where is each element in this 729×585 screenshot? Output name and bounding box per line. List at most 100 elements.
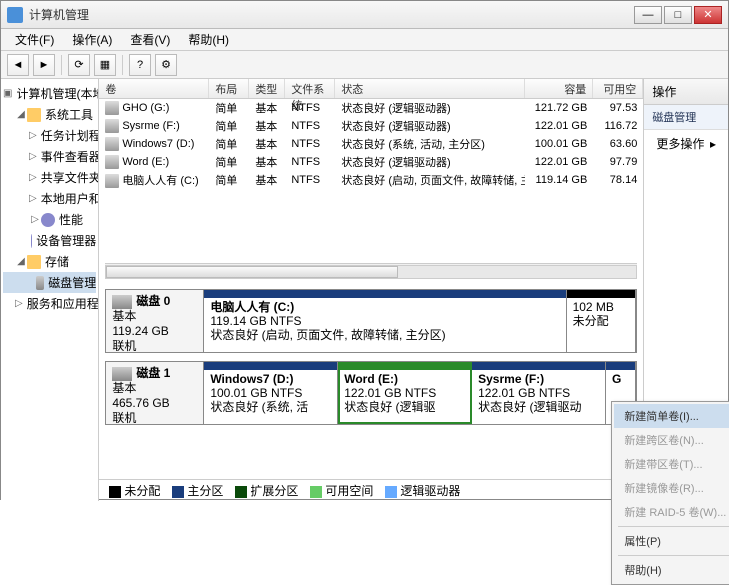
ctx-new-stripe: 新建带区卷(T)...: [614, 452, 729, 476]
tree-services[interactable]: ▷服务和应用程序: [3, 293, 96, 314]
disk-type: 基本: [112, 309, 136, 323]
minimize-button[interactable]: —: [634, 6, 662, 24]
partition-size: 122.01 GB NTFS: [478, 386, 570, 400]
tree-eventviewer[interactable]: ▷事件查看器: [3, 146, 96, 167]
actions-head: 操作: [644, 79, 728, 105]
context-menu: 新建简单卷(I)... 新建跨区卷(N)... 新建带区卷(T)... 新建镜像…: [611, 401, 729, 585]
disk-1-info[interactable]: 磁盘 1 基本 465.76 GB 联机: [106, 362, 204, 424]
tree-label: 磁盘管理: [48, 274, 96, 291]
tree-diskmgmt[interactable]: 磁盘管理: [3, 272, 96, 293]
settings-button[interactable]: ⚙: [155, 54, 177, 76]
partition-d[interactable]: Windows7 (D:) 100.01 GB NTFS 状态良好 (系统, 活: [204, 362, 338, 424]
ctx-properties[interactable]: 属性(P): [614, 529, 729, 553]
col-type[interactable]: 类型: [249, 79, 285, 98]
refresh-button[interactable]: ⟳: [68, 54, 90, 76]
partition-bar: [204, 362, 337, 370]
actions-more[interactable]: 更多操作▸: [644, 130, 728, 157]
volume-list-body[interactable]: GHO (G:)简单基本NTFS状态良好 (逻辑驱动器)121.72 GB97.…: [99, 99, 643, 229]
legend-extended: 扩展分区: [235, 482, 298, 499]
partition-name: G: [612, 372, 621, 386]
tree-systools[interactable]: ◢系统工具: [3, 104, 96, 125]
partition-bar: [472, 362, 605, 370]
horizontal-scrollbar[interactable]: [105, 263, 637, 279]
partition-name: Windows7 (D:): [210, 372, 293, 386]
view-button[interactable]: ▦: [94, 54, 116, 76]
disk-online: 联机: [112, 411, 136, 425]
partition-status: 未分配: [573, 314, 609, 328]
forward-button[interactable]: ►: [33, 54, 55, 76]
disk-title: 磁盘 0: [136, 294, 170, 308]
partition-bar: [567, 290, 636, 298]
volume-row[interactable]: Windows7 (D:)简单基本NTFS状态良好 (系统, 活动, 主分区)1…: [99, 135, 643, 153]
tree-root[interactable]: ▣计算机管理(本地): [3, 83, 96, 104]
tree-localusers[interactable]: ▷本地用户和组: [3, 188, 96, 209]
disk-type: 基本: [112, 381, 136, 395]
partition-status: 状态良好 (逻辑驱动: [478, 400, 581, 414]
ctx-new-simple[interactable]: 新建简单卷(I)...: [614, 404, 729, 428]
col-layout[interactable]: 布局: [209, 79, 249, 98]
volume-list: 卷 布局 类型 文件系统 状态 容量 可用空 GHO (G:)简单基本NTFS状…: [99, 79, 643, 289]
volume-row[interactable]: Sysrme (F:)简单基本NTFS状态良好 (逻辑驱动器)122.01 GB…: [99, 117, 643, 135]
back-button[interactable]: ◄: [7, 54, 29, 76]
separator: [618, 526, 729, 527]
disk-0-row: 磁盘 0 基本 119.24 GB 联机 电脑人人有 (C:) 119.14 G…: [105, 289, 637, 353]
tree-devmgr[interactable]: 设备管理器: [3, 230, 96, 251]
disk-title: 磁盘 1: [136, 366, 170, 380]
col-fs[interactable]: 文件系统: [285, 79, 335, 98]
legend-primary: 主分区: [172, 482, 223, 499]
disk-map-area: 磁盘 0 基本 119.24 GB 联机 电脑人人有 (C:) 119.14 G…: [99, 289, 643, 479]
ctx-help[interactable]: 帮助(H): [614, 558, 729, 582]
disk-size: 465.76 GB: [112, 396, 169, 410]
partition-size: 122.01 GB NTFS: [344, 386, 436, 400]
partition-c[interactable]: 电脑人人有 (C:) 119.14 GB NTFS 状态良好 (启动, 页面文件…: [204, 290, 566, 352]
legend-unalloc: 未分配: [109, 482, 160, 499]
help-button[interactable]: ?: [129, 54, 151, 76]
partition-bar: [204, 290, 565, 298]
window-title: 计算机管理: [29, 6, 634, 23]
legend-free: 可用空间: [310, 482, 373, 499]
disk-0-info[interactable]: 磁盘 0 基本 119.24 GB 联机: [106, 290, 204, 352]
tree-label: 本地用户和组: [41, 190, 100, 207]
maximize-button[interactable]: □: [664, 6, 692, 24]
tree-label: 系统工具: [45, 106, 93, 123]
partition-unalloc[interactable]: 102 MB 未分配: [567, 290, 637, 352]
partition-name: Sysrme (F:): [478, 372, 544, 386]
partition-size: 102 MB: [573, 300, 614, 314]
nav-tree[interactable]: ▣计算机管理(本地) ◢系统工具 ▷任务计划程序 ▷事件查看器 ▷共享文件夹 ▷…: [1, 79, 99, 501]
tree-perf[interactable]: ▷性能: [3, 209, 96, 230]
volume-row[interactable]: Word (E:)简单基本NTFS状态良好 (逻辑驱动器)122.01 GB97…: [99, 153, 643, 171]
col-status[interactable]: 状态: [335, 79, 525, 98]
col-volume[interactable]: 卷: [99, 79, 209, 98]
volume-row[interactable]: 电脑人人有 (C:)简单基本NTFS状态良好 (启动, 页面文件, 故障转储, …: [99, 171, 643, 189]
tree-sharedfolders[interactable]: ▷共享文件夹: [3, 167, 96, 188]
close-button[interactable]: ✕: [694, 6, 722, 24]
menu-view[interactable]: 查看(V): [122, 29, 178, 50]
volume-list-header: 卷 布局 类型 文件系统 状态 容量 可用空: [99, 79, 643, 99]
content-area: 卷 布局 类型 文件系统 状态 容量 可用空 GHO (G:)简单基本NTFS状…: [99, 79, 643, 501]
partition-bar: [606, 362, 635, 370]
actions-section[interactable]: 磁盘管理: [644, 105, 728, 130]
menu-action[interactable]: 操作(A): [64, 29, 120, 50]
chevron-right-icon: ▸: [710, 137, 716, 151]
partition-status: 状态良好 (启动, 页面文件, 故障转储, 主分区): [210, 328, 445, 342]
disk-icon: [112, 367, 132, 381]
titlebar: 计算机管理 — □ ✕: [1, 1, 728, 29]
tree-label: 设备管理器: [36, 232, 96, 249]
tree-storage[interactable]: ◢存储: [3, 251, 96, 272]
volume-row[interactable]: GHO (G:)简单基本NTFS状态良好 (逻辑驱动器)121.72 GB97.…: [99, 99, 643, 117]
ctx-new-mirror: 新建镜像卷(R)...: [614, 476, 729, 500]
partition-f[interactable]: Sysrme (F:) 122.01 GB NTFS 状态良好 (逻辑驱动: [472, 362, 606, 424]
toolbar: ◄ ► ⟳ ▦ ? ⚙: [1, 51, 728, 79]
menu-help[interactable]: 帮助(H): [180, 29, 237, 50]
col-capacity[interactable]: 容量: [525, 79, 593, 98]
partition-status: 状态良好 (逻辑驱: [344, 400, 435, 414]
disk-online: 联机: [112, 339, 136, 353]
app-icon: [7, 7, 23, 23]
separator: [61, 55, 62, 75]
partition-e[interactable]: Word (E:) 122.01 GB NTFS 状态良好 (逻辑驱: [338, 362, 472, 424]
menu-file[interactable]: 文件(F): [7, 29, 62, 50]
tree-tasksched[interactable]: ▷任务计划程序: [3, 125, 96, 146]
ctx-new-span: 新建跨区卷(N)...: [614, 428, 729, 452]
col-free[interactable]: 可用空: [593, 79, 643, 98]
partition-size: 119.14 GB NTFS: [210, 314, 301, 328]
